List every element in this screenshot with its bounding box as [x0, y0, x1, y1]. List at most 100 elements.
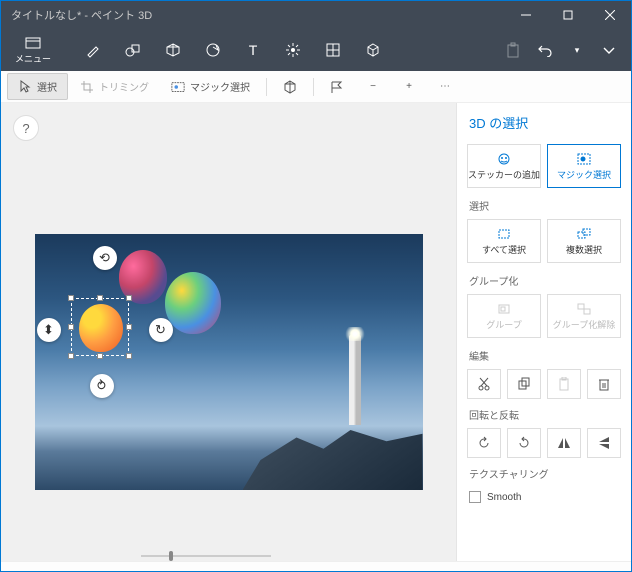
copy-button[interactable]	[507, 369, 541, 399]
smooth-label: Smooth	[487, 492, 521, 503]
group-icon	[496, 302, 512, 316]
cut-button[interactable]	[467, 369, 501, 399]
copy-icon	[517, 377, 531, 391]
app-window: タイトルなし* - ペイント 3D メニュー T ▾	[0, 0, 632, 572]
smooth-checkbox-row[interactable]: Smooth	[467, 487, 621, 507]
cube-icon	[283, 80, 297, 94]
rotate-z-handle[interactable]: ⥁	[90, 374, 114, 398]
section-select-label: 選択	[469, 198, 621, 213]
window-title: タイトルなし* - ペイント 3D	[11, 7, 152, 23]
section-rotate-label: 回転と反転	[469, 407, 621, 422]
effects-icon[interactable]	[283, 40, 303, 60]
rotate-cw-icon	[517, 436, 531, 450]
svg-text:T: T	[249, 43, 258, 57]
menu-label: メニュー	[15, 52, 51, 65]
resize-handle[interactable]	[97, 353, 103, 359]
resize-handle[interactable]	[97, 295, 103, 301]
flip-h-icon	[557, 437, 571, 449]
smooth-checkbox[interactable]	[469, 491, 481, 503]
titlebar: タイトルなし* - ペイント 3D	[1, 1, 631, 29]
canvas[interactable]: ⟲ ↻ ⥁ ⬍	[35, 234, 423, 490]
main-area: ? ⟲ ↻ ⥁ ⬍	[1, 103, 631, 561]
plus-icon: +	[402, 80, 416, 94]
flip-vertical-button[interactable]	[587, 428, 621, 458]
flag-icon	[330, 80, 344, 94]
shapes-2d-icon[interactable]	[123, 40, 143, 60]
add-sticker-button[interactable]: ステッカーの追加	[467, 144, 541, 188]
section-group-label: グループ化	[469, 273, 621, 288]
flag-button[interactable]	[320, 75, 354, 99]
zoom-slider[interactable]	[141, 555, 271, 557]
statusbar	[1, 561, 631, 571]
magic-select-tool[interactable]: マジック選択	[161, 74, 260, 99]
cursor-icon	[18, 80, 32, 94]
undo-icon[interactable]	[535, 40, 555, 60]
multi-select-button[interactable]: 複数選択	[547, 219, 621, 263]
section-edit-label: 編集	[469, 348, 621, 363]
minimize-button[interactable]	[505, 1, 547, 29]
ungroup-button: グループ化解除	[547, 294, 621, 338]
view-3d-button[interactable]	[273, 75, 307, 99]
magic-select-button[interactable]: マジック選択	[547, 144, 621, 188]
magic-icon	[171, 80, 185, 94]
cut-icon	[477, 377, 491, 391]
stickers-icon[interactable]	[203, 40, 223, 60]
rotate-ccw-button[interactable]	[467, 428, 501, 458]
resize-handle[interactable]	[126, 324, 132, 330]
paste-button	[547, 369, 581, 399]
menu-button[interactable]: メニュー	[5, 34, 61, 67]
z-depth-handle[interactable]: ⬍	[37, 318, 61, 342]
paste-icon	[558, 377, 570, 391]
more-button[interactable]: ⋯	[428, 75, 462, 99]
ribbon: メニュー T ▾	[1, 29, 631, 71]
selection-box[interactable]	[71, 298, 129, 356]
brush-tool-icon[interactable]	[83, 40, 103, 60]
delete-button[interactable]	[587, 369, 621, 399]
select-all-button[interactable]: すべて選択	[467, 219, 541, 263]
resize-handle[interactable]	[68, 324, 74, 330]
multi-select-icon	[576, 227, 592, 241]
zoom-out-button[interactable]: −	[356, 75, 390, 99]
magic-label: マジック選択	[190, 79, 250, 94]
library-3d-icon[interactable]	[363, 40, 383, 60]
canvas-area: ? ⟲ ↻ ⥁ ⬍	[1, 103, 456, 561]
resize-handle[interactable]	[68, 295, 74, 301]
balloon-2[interactable]	[165, 272, 221, 334]
trim-label: トリミング	[99, 79, 149, 94]
side-panel: 3D の選択 ステッカーの追加 マジック選択 選択 すべて選択	[456, 103, 631, 561]
magic-select-icon	[576, 152, 592, 166]
rocks-image	[243, 415, 423, 490]
trim-tool[interactable]: トリミング	[70, 74, 159, 99]
ungroup-icon	[576, 302, 592, 316]
resize-handle[interactable]	[126, 295, 132, 301]
zoom-in-button[interactable]: +	[392, 75, 426, 99]
rotate-y-handle[interactable]: ↻	[149, 318, 173, 342]
resize-handle[interactable]	[68, 353, 74, 359]
minus-icon: −	[366, 80, 380, 94]
paste-icon[interactable]	[503, 40, 523, 60]
select-tool[interactable]: 選択	[7, 73, 68, 100]
resize-handle[interactable]	[126, 353, 132, 359]
flip-horizontal-button[interactable]	[547, 428, 581, 458]
history-dropdown-icon[interactable]: ▾	[567, 40, 587, 60]
shapes-3d-icon[interactable]	[163, 40, 183, 60]
canvas-icon[interactable]	[323, 40, 343, 60]
rotate-ccw-icon	[477, 436, 491, 450]
maximize-button[interactable]	[547, 1, 589, 29]
section-texture-label: テクスチャリング	[469, 466, 621, 481]
zoom-thumb[interactable]	[169, 551, 173, 561]
expand-icon[interactable]	[599, 40, 619, 60]
sub-toolbar: 選択 トリミング マジック選択 − + ⋯	[1, 71, 631, 103]
lighthouse-image	[349, 335, 361, 425]
close-button[interactable]	[589, 1, 631, 29]
group-button: グループ	[467, 294, 541, 338]
rotate-x-handle[interactable]: ⟲	[93, 246, 117, 270]
sticker-icon	[496, 152, 512, 166]
crop-icon	[80, 80, 94, 94]
more-icon: ⋯	[438, 80, 452, 94]
rotate-cw-button[interactable]	[507, 428, 541, 458]
text-tool-icon[interactable]: T	[243, 40, 263, 60]
select-all-icon	[496, 227, 512, 241]
select-label: 選択	[37, 79, 57, 94]
help-button[interactable]: ?	[13, 115, 39, 141]
